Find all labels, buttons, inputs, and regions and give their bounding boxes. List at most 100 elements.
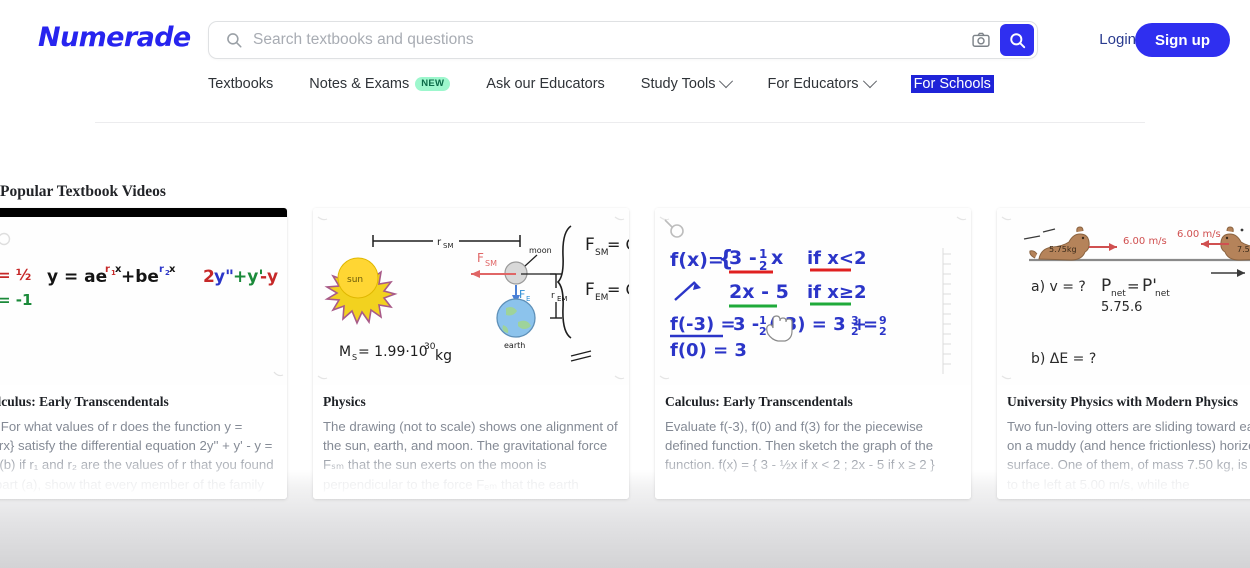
svg-text:if x<2: if x<2 (807, 248, 866, 269)
svg-text:= -1: = -1 (0, 291, 32, 309)
thumbnail-top-bar (0, 208, 287, 217)
nav-label: Textbooks (208, 76, 274, 92)
svg-text:3 -: 3 - (729, 247, 757, 269)
svg-text:7.50kg: 7.50kg (1237, 245, 1250, 254)
video-card[interactable]: r 1 = ½ r 2 = -1 y = ae r 1 x +be r 2 x (0, 208, 287, 499)
search-input[interactable] (253, 31, 968, 49)
video-card-description: Two fun-loving otters are sliding toward… (1007, 419, 1250, 492)
svg-text:y = ae: y = ae (47, 267, 107, 287)
svg-text:f(-3) =: f(-3) = (670, 314, 736, 335)
main-navigation: Textbooks Notes & Exams NEW Ask our Educ… (208, 70, 1030, 98)
svg-text:5.75.6: 5.75.6 (1101, 300, 1142, 315)
svg-text:SM: SM (485, 259, 497, 268)
svg-text:r: r (105, 264, 110, 275)
video-card-body: Calculus: Early Transcendentals Evaluate… (655, 385, 971, 499)
svg-text:6.00 m/s: 6.00 m/s (1123, 236, 1167, 247)
svg-text:P: P (1101, 276, 1111, 296)
svg-text:2x - 5: 2x - 5 (729, 281, 789, 303)
svg-text:M: M (339, 344, 351, 360)
svg-text:= ½: = ½ (0, 266, 31, 284)
video-thumbnail[interactable]: r SM sun moon F SM F E r EM earth F SM =… (313, 208, 629, 385)
nav-item-notes-exams[interactable]: Notes & Exams NEW (309, 76, 451, 92)
svg-text:sun: sun (347, 275, 363, 285)
video-thumbnail[interactable]: 5.75kg 6.00 m/s 7.50kg (997, 208, 1250, 385)
sun-earth-moon-illustration: r SM sun moon F SM F E r EM earth F SM =… (313, 208, 629, 385)
svg-text:f(x)=: f(x)= (670, 249, 724, 271)
svg-text:b) ΔE = ?: b) ΔE = ? (1031, 351, 1096, 367)
svg-text:moon: moon (529, 246, 552, 255)
svg-text:5.75kg: 5.75kg (1049, 245, 1077, 254)
svg-text:SM: SM (443, 242, 453, 250)
svg-text:6.00 m/s: 6.00 m/s (1177, 229, 1221, 240)
svg-text:y": y" (214, 267, 234, 287)
video-card-title: Physics (323, 394, 366, 409)
video-thumbnail[interactable]: f(x)= { 3 - 1 2 x if x<2 2x - 5 if x≥2 f… (655, 208, 971, 385)
nav-item-for-schools[interactable]: For Schools (910, 75, 994, 93)
video-card-body: University Physics with Modern Physics T… (997, 385, 1250, 499)
nav-label: Ask our Educators (486, 76, 605, 92)
svg-text:2: 2 (851, 325, 859, 338)
nav-item-for-educators[interactable]: For Educators (767, 74, 877, 92)
page-root: Numerade Search textbooks and questions … (0, 0, 1250, 568)
svg-text:earth: earth (504, 341, 525, 350)
video-card-description: Evaluate f(-3), f(0) and f(3) for the pi… (665, 419, 935, 473)
site-header: Numerade Search textbooks and questions … (0, 0, 1250, 118)
nav-label: For Educators (767, 76, 859, 92)
numerade-logo[interactable]: Numerade (38, 22, 191, 53)
nav-label: For Schools (910, 75, 994, 93)
svg-text:= G: = G (607, 280, 629, 299)
video-card-title: Calculus: Early Transcendentals (0, 394, 169, 409)
svg-text:=: = (1127, 277, 1140, 295)
login-link[interactable]: Login (1099, 31, 1136, 48)
chevron-down-icon (862, 74, 877, 89)
svg-text:F: F (585, 235, 595, 255)
video-card[interactable]: r SM sun moon F SM F E r EM earth F SM =… (313, 208, 629, 499)
svg-text:r: r (159, 264, 164, 275)
svg-text:=: = (863, 314, 878, 335)
video-card-description: The drawing (not to scale) shows one ali… (323, 419, 618, 492)
svg-text:x: x (771, 247, 783, 269)
svg-text:-y: -y (260, 267, 278, 287)
svg-text:3 -: 3 - (733, 314, 759, 335)
video-card-body: Calculus: Early Transcendentals (a) For … (0, 385, 287, 499)
nav-item-study-tools[interactable]: Study Tools (640, 74, 734, 92)
svg-text:2: 2 (759, 325, 767, 338)
svg-text:30: 30 (424, 342, 436, 352)
video-card-body: Physics The drawing (not to scale) shows… (313, 385, 629, 499)
search-submit-button[interactable] (1000, 24, 1034, 56)
svg-text:F: F (585, 280, 595, 300)
header-divider (95, 122, 1145, 123)
page-title: Popular Textbook Videos (0, 183, 166, 200)
svg-text:2: 2 (879, 325, 887, 338)
popular-textbook-videos-list: r 1 = ½ r 2 = -1 y = ae r 1 x +be r 2 x (0, 208, 1250, 499)
svg-text:+y': +y' (233, 267, 264, 287)
video-card-description: (a) For what values of r does the functi… (0, 419, 274, 492)
svg-text:f(0) = 3: f(0) = 3 (670, 340, 747, 361)
video-card[interactable]: 5.75kg 6.00 m/s 7.50kg (997, 208, 1250, 499)
video-thumbnail[interactable]: r 1 = ½ r 2 = -1 y = ae r 1 x +be r 2 x (0, 208, 287, 385)
search-icon (225, 31, 243, 49)
svg-text:if x≥2: if x≥2 (807, 282, 866, 303)
video-card-title: University Physics with Modern Physics (1007, 394, 1238, 409)
svg-text:a) v = ?: a) v = ? (1031, 279, 1086, 295)
nav-item-ask-our-educators[interactable]: Ask our Educators (486, 76, 604, 92)
video-card[interactable]: f(x)= { 3 - 1 2 x if x<2 2x - 5 if x≥2 f… (655, 208, 971, 499)
svg-text:F: F (477, 251, 484, 265)
svg-text:= G: = G (607, 235, 629, 254)
handwritten-piecewise-illustration: f(x)= { 3 - 1 2 x if x<2 2x - 5 if x≥2 f… (655, 208, 971, 385)
signup-button[interactable]: Sign up (1135, 23, 1230, 57)
svg-text:net: net (1155, 289, 1170, 299)
svg-text:x: x (169, 264, 176, 275)
nav-label: Notes & Exams (309, 76, 410, 92)
svg-text:kg: kg (435, 348, 452, 364)
new-badge: NEW (415, 77, 451, 91)
svg-text:r: r (551, 291, 555, 301)
nav-label: Study Tools (640, 76, 716, 92)
video-card-title: Calculus: Early Transcendentals (665, 394, 853, 409)
camera-icon[interactable] (968, 29, 994, 51)
chevron-down-icon (719, 74, 734, 89)
nav-item-textbooks[interactable]: Textbooks (208, 76, 273, 92)
search-bar[interactable] (208, 21, 1038, 59)
svg-text:S: S (352, 353, 357, 362)
otters-momentum-illustration: 5.75kg 6.00 m/s 7.50kg (997, 208, 1250, 385)
